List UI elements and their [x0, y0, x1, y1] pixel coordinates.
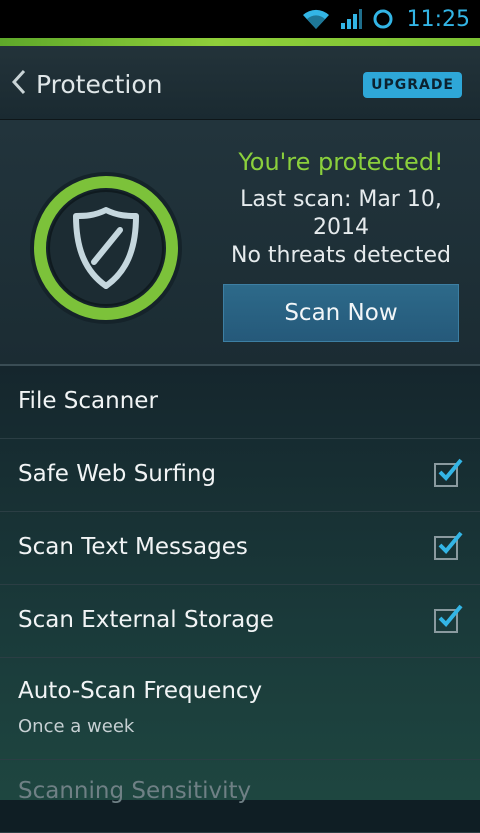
chevron-left-icon [10, 67, 28, 101]
shield-icon [30, 172, 182, 324]
protection-headline: You're protected! [238, 148, 444, 176]
scan-external-storage-checkbox[interactable] [434, 604, 463, 633]
settings-list: File Scanner Safe Web Surfing Scan Text … [0, 366, 480, 833]
status-bar: 11:25 [0, 0, 480, 38]
signal-icon [339, 7, 363, 31]
checkmark-icon [438, 531, 463, 554]
protection-status-panel: You're protected! Last scan: Mar 10, 201… [0, 120, 480, 366]
list-item-safe-web-surfing[interactable]: Safe Web Surfing [0, 439, 480, 512]
list-item-label: Auto-Scan Frequency [18, 678, 263, 704]
upgrade-button[interactable]: UPGRADE [363, 72, 462, 98]
checkmark-icon [438, 604, 463, 627]
list-item-scan-text-messages[interactable]: Scan Text Messages [0, 512, 480, 585]
clock: 11:25 [406, 6, 470, 32]
list-item-scan-external-storage[interactable]: Scan External Storage [0, 585, 480, 658]
page-title: Protection [36, 69, 163, 99]
threats-status-text: No threats detected [230, 243, 452, 268]
auto-scan-frequency-value: Once a week [18, 716, 135, 737]
list-item-file-scanner[interactable]: File Scanner [0, 366, 480, 439]
list-item-label: Scanning Sensitivity [18, 778, 252, 804]
shield-badge [28, 170, 184, 326]
list-item-auto-scan-frequency[interactable]: Auto-Scan Frequency Once a week [0, 658, 480, 760]
last-scan-text: Last scan: Mar 10, 2014 [240, 187, 442, 240]
safe-web-surfing-checkbox[interactable] [434, 458, 463, 487]
list-item-scanning-sensitivity[interactable]: Scanning Sensitivity [0, 760, 480, 833]
scan-now-button[interactable]: Scan Now [223, 284, 459, 342]
back-button[interactable]: Protection [10, 64, 162, 104]
list-item-label: Scan Text Messages [18, 534, 248, 560]
scan-text-messages-checkbox[interactable] [434, 531, 463, 560]
checkmark-icon [438, 458, 463, 481]
sync-icon [371, 7, 395, 31]
action-bar: Protection UPGRADE [0, 46, 480, 120]
status-summary: You're protected! Last scan: Mar 10, 201… [222, 148, 460, 270]
list-item-label: Scan External Storage [18, 607, 274, 633]
accent-stripe [0, 38, 480, 46]
wifi-icon [301, 7, 331, 31]
list-item-label: Safe Web Surfing [18, 461, 217, 487]
list-item-label: File Scanner [18, 388, 158, 414]
